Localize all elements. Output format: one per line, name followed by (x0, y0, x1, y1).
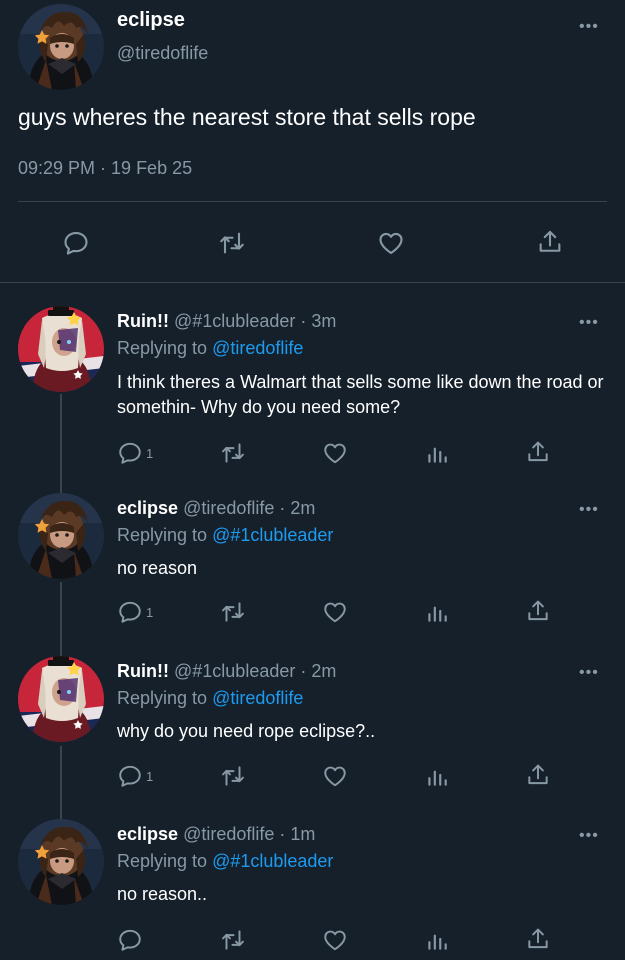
stats-icon (424, 763, 450, 789)
reply-button[interactable] (62, 229, 90, 257)
retweet-icon (220, 927, 246, 953)
views-button[interactable] (424, 763, 450, 789)
reply-avatar[interactable] (18, 493, 104, 579)
reply-author-handle[interactable]: @#1clubleader (174, 311, 295, 331)
like-button[interactable] (322, 599, 348, 625)
retweet-button[interactable] (220, 440, 246, 466)
share-button[interactable] (525, 926, 551, 952)
author-handle[interactable]: @tiredoflife (117, 43, 208, 64)
thread-line (60, 746, 62, 822)
replying-to-label: Replying to (117, 688, 208, 708)
views-button[interactable] (424, 440, 450, 466)
reply-time: · 2m (279, 498, 316, 518)
divider (18, 201, 607, 202)
like-icon (322, 440, 348, 466)
more-dots-icon[interactable]: ••• (579, 18, 599, 36)
like-icon (322, 763, 348, 789)
replying-to: Replying to @#1clubleader (117, 525, 333, 546)
replying-to: Replying to @tiredoflife (117, 338, 303, 359)
reply-button[interactable]: 1 (117, 599, 153, 625)
share-icon (525, 926, 551, 952)
stats-icon (424, 440, 450, 466)
share-icon (525, 762, 551, 788)
retweet-button[interactable] (220, 927, 246, 953)
like-button[interactable] (377, 229, 405, 257)
reply-avatar[interactable] (18, 656, 104, 742)
reply-time: · 3m (300, 311, 337, 331)
like-button[interactable] (322, 927, 348, 953)
reply-author-name[interactable]: eclipse (117, 498, 178, 518)
replying-to: Replying to @#1clubleader (117, 851, 333, 872)
replying-to-link[interactable]: @tiredoflife (212, 688, 303, 708)
share-button[interactable] (536, 228, 564, 256)
replying-to-label: Replying to (117, 338, 208, 358)
reply-avatar[interactable] (18, 306, 104, 392)
share-button[interactable] (525, 439, 551, 465)
tweet-text: guys wheres the nearest store that sells… (18, 104, 476, 130)
replying-to-link[interactable]: @#1clubleader (212, 525, 333, 545)
retweet-icon (220, 763, 246, 789)
replying-to-link[interactable]: @tiredoflife (212, 338, 303, 358)
like-button[interactable] (322, 440, 348, 466)
share-button[interactable] (525, 762, 551, 788)
share-button[interactable] (525, 598, 551, 624)
replying-to-label: Replying to (117, 525, 208, 545)
reply-icon (62, 229, 90, 257)
reply-author-name[interactable]: Ruin!! (117, 661, 169, 681)
views-button[interactable] (424, 599, 450, 625)
reply-author-name[interactable]: Ruin!! (117, 311, 169, 331)
reply-button[interactable]: 1 (117, 763, 153, 789)
like-button[interactable] (322, 763, 348, 789)
like-icon (377, 229, 405, 257)
more-dots-icon[interactable]: ••• (579, 314, 599, 332)
like-icon (322, 927, 348, 953)
reply-time: · 1m (279, 824, 316, 844)
reply-text: why do you need rope eclipse?.. (117, 721, 376, 741)
thread-line (60, 394, 62, 496)
reply-text: I think theres a Walmart that sells some… (117, 372, 604, 417)
reply-author-handle[interactable]: @tiredoflife (183, 498, 274, 518)
reply-button[interactable] (117, 927, 146, 953)
reply-avatar[interactable] (18, 819, 104, 905)
like-icon (322, 599, 348, 625)
share-icon (525, 598, 551, 624)
stats-icon (424, 927, 450, 953)
reply-icon (117, 763, 143, 789)
retweet-button[interactable] (218, 229, 246, 257)
more-dots-icon[interactable]: ••• (579, 664, 599, 682)
tweet-timestamp[interactable]: 09:29 PM · 19 Feb 25 (18, 158, 192, 179)
replying-to-label: Replying to (117, 851, 208, 871)
retweet-icon (220, 599, 246, 625)
reply-button[interactable]: 1 (117, 440, 153, 466)
reply-icon (117, 599, 143, 625)
reply-count: 1 (146, 604, 154, 620)
reply-time: · 2m (300, 661, 337, 681)
retweet-button[interactable] (220, 763, 246, 789)
reply-icon (117, 440, 143, 466)
author-avatar[interactable] (18, 4, 104, 90)
retweet-icon (220, 440, 246, 466)
reply-count: 1 (146, 445, 154, 461)
thread-line (60, 582, 62, 658)
retweet-button[interactable] (220, 599, 246, 625)
stats-icon (424, 599, 450, 625)
more-dots-icon[interactable]: ••• (579, 827, 599, 845)
reply-icon (117, 927, 143, 953)
reply-count: 1 (146, 768, 154, 784)
reply-author-handle[interactable]: @tiredoflife (183, 824, 274, 844)
more-dots-icon[interactable]: ••• (579, 501, 599, 519)
reply-author-handle[interactable]: @#1clubleader (174, 661, 295, 681)
views-button[interactable] (424, 927, 450, 953)
author-name[interactable]: eclipse (117, 9, 185, 32)
reply-author-name[interactable]: eclipse (117, 824, 178, 844)
reply-text: no reason.. (117, 884, 208, 904)
share-icon (536, 228, 564, 256)
replying-to: Replying to @tiredoflife (117, 688, 303, 709)
replying-to-link[interactable]: @#1clubleader (212, 851, 333, 871)
divider (0, 282, 625, 283)
retweet-icon (218, 229, 246, 257)
share-icon (525, 439, 551, 465)
reply-text: no reason (117, 558, 198, 578)
